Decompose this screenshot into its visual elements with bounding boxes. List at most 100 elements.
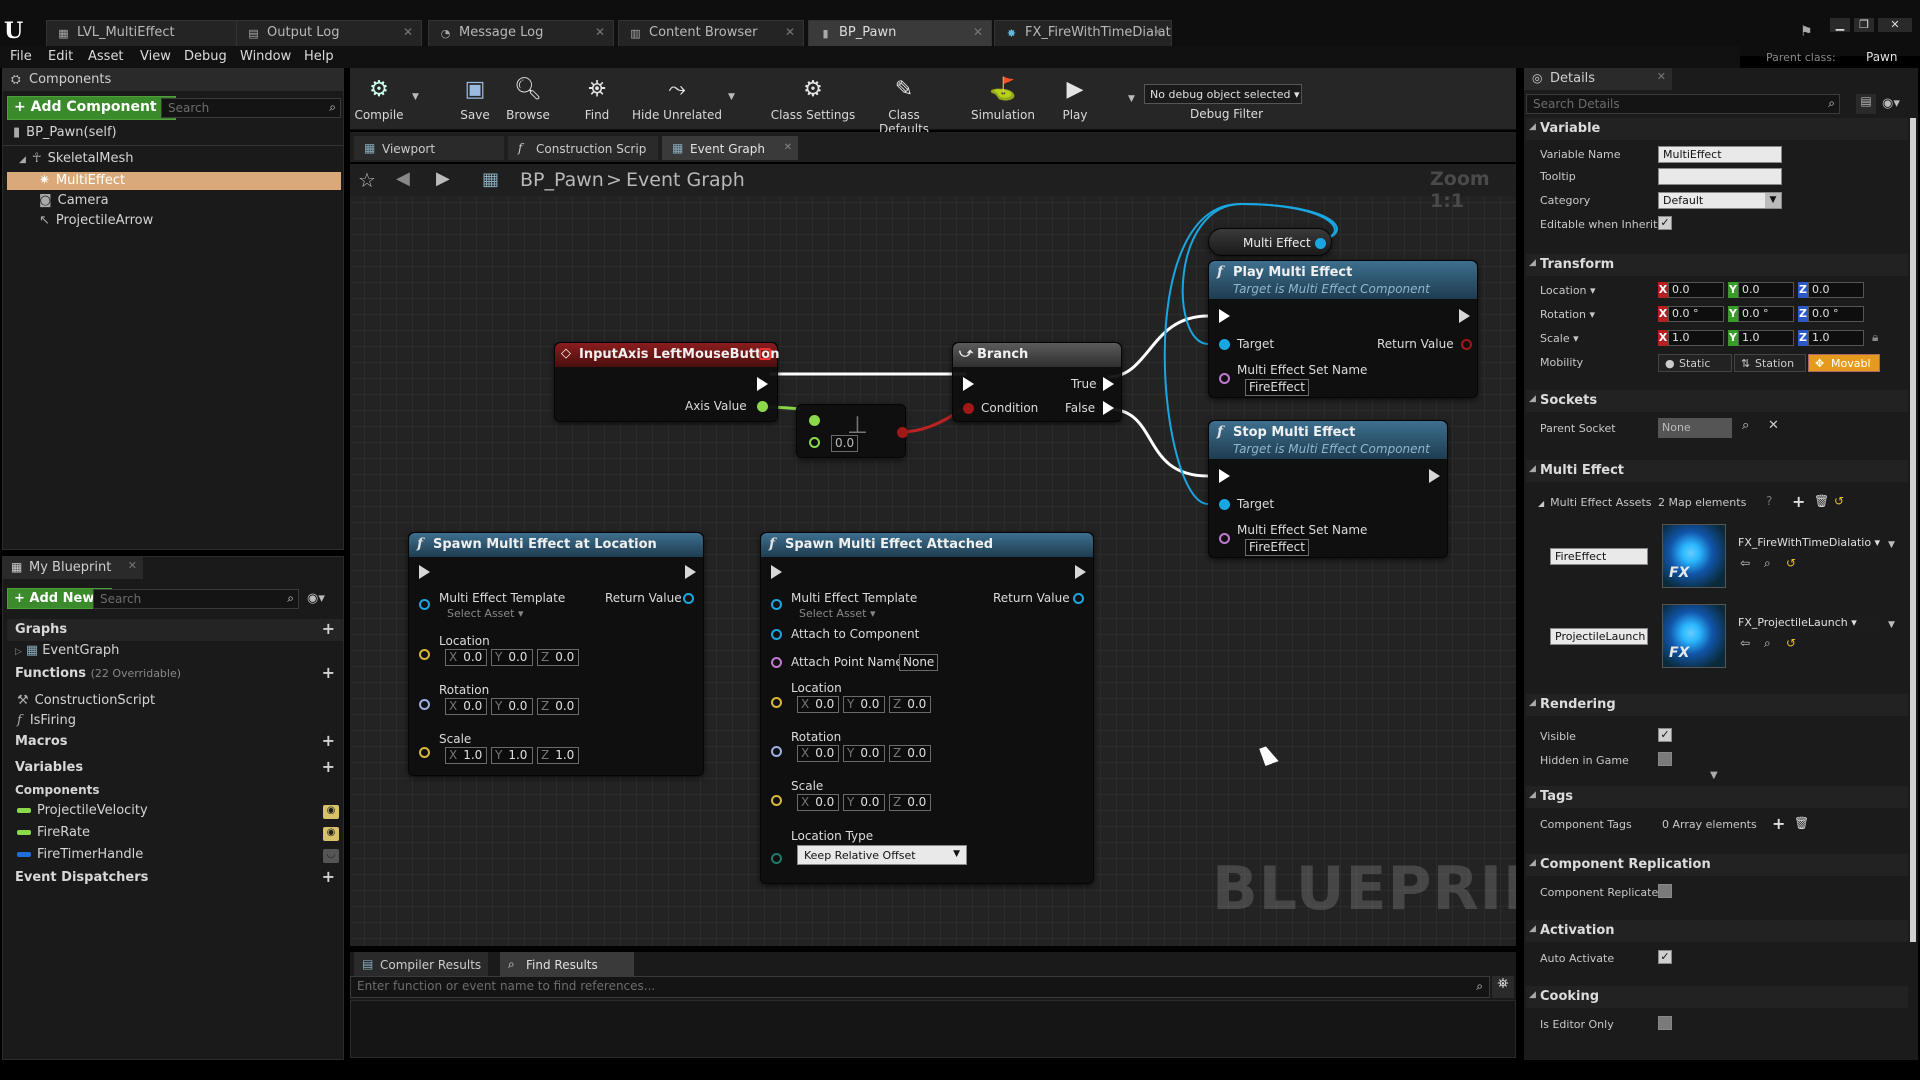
variable-item-projectilevelocity[interactable]: ProjectileVelocity	[17, 803, 148, 818]
hide-unrelated-options-arrow-icon[interactable]: ▼	[728, 92, 735, 102]
close-icon[interactable]: ✕	[595, 25, 605, 39]
select-asset-dropdown[interactable]: Select Asset ▾	[447, 607, 524, 620]
rotation-x-field[interactable]: X 0.0	[445, 698, 487, 715]
return-value-pin[interactable]	[1073, 593, 1084, 604]
rotation-label[interactable]: Rotation ▾	[1540, 308, 1595, 321]
tree-item-skeletalmesh[interactable]: ◢ ☥ SkeletalMesh	[19, 151, 133, 166]
exec-in-pin[interactable]	[963, 377, 974, 391]
variable-name-input[interactable]: MultiEffect	[1658, 146, 1782, 163]
function-item-isfiring[interactable]: f IsFiring	[17, 713, 76, 728]
float-in-pin-b[interactable]	[809, 437, 820, 448]
category-dropdown[interactable]: Default ▼	[1658, 192, 1782, 209]
tree-item-multieffect[interactable]: ✷ MultiEffect	[39, 173, 125, 188]
add-component-button[interactable]: + Add Component ▾	[7, 96, 176, 120]
scale-y-field[interactable]: Y 1.0	[491, 747, 533, 764]
location-y-field[interactable]: Y 0.0	[843, 696, 885, 713]
hidden-in-game-checkbox[interactable]	[1658, 752, 1672, 766]
input-axis-node[interactable]: ◇ InputAxis LeftMouseButton Axis Value	[554, 342, 779, 422]
variables-components-category[interactable]: Components	[15, 783, 100, 797]
component-replicates-checkbox[interactable]	[1658, 884, 1672, 898]
condition-pin[interactable]	[963, 403, 974, 414]
target-pin[interactable]	[1219, 499, 1230, 510]
maximize-button[interactable]: ❐	[1854, 18, 1874, 32]
rotation-y-field[interactable]: Y 0.0	[491, 698, 533, 715]
entry-options-arrow-icon[interactable]: ▼	[1888, 620, 1895, 630]
clear-socket-x-icon[interactable]: ✕	[1768, 418, 1779, 433]
scale-pin[interactable]	[419, 747, 430, 758]
add-variable-icon[interactable]: +	[322, 759, 335, 775]
exec-in-pin[interactable]	[1219, 309, 1230, 323]
eye-closed-icon[interactable]: ◡	[323, 849, 339, 863]
tab-message-log[interactable]: ◔ Message Log ✕	[428, 20, 614, 46]
debug-object-dropdown[interactable]: No debug object selected ▾	[1144, 84, 1302, 104]
exec-out-pin[interactable]	[1459, 309, 1470, 323]
exec-in-pin[interactable]	[1219, 469, 1230, 483]
menu-view[interactable]: View	[140, 49, 171, 64]
mobility-movable-button[interactable]: ✥ Movabl	[1808, 354, 1880, 372]
asset-picker-projectilelaunch[interactable]: FX_ProjectileLaunch ▾	[1736, 614, 1882, 632]
scale-z-field[interactable]: Z 1.0	[537, 747, 579, 764]
close-icon[interactable]: ✕	[1153, 25, 1163, 39]
find-button[interactable]: ⛯ Find	[572, 72, 622, 123]
scale-y-input[interactable]: 1.0	[1738, 330, 1794, 346]
tab-compiler-results[interactable]: ▤ Compiler Results	[354, 952, 488, 976]
add-function-icon[interactable]: +	[322, 665, 335, 681]
scale-x-field[interactable]: X 0.0	[797, 794, 839, 811]
location-z-field[interactable]: Z 0.0	[537, 649, 579, 666]
map-key-projectilelaunch[interactable]: ProjectileLaunch	[1550, 628, 1648, 645]
asset-thumbnail[interactable]: FX	[1662, 604, 1726, 668]
location-z-field[interactable]: Z 0.0	[889, 696, 931, 713]
close-window-button[interactable]: ✕	[1878, 18, 1912, 32]
blueprint-search-input[interactable]: Search ⌕	[93, 589, 299, 609]
tab-construction-script[interactable]: f Construction Scrip	[508, 136, 658, 160]
function-item-constructionscript[interactable]: ⚒ ConstructionScript	[17, 693, 155, 708]
exec-out-pin[interactable]	[1429, 469, 1440, 483]
sockets-section[interactable]: Sockets	[1526, 390, 1908, 412]
attach-point-field[interactable]: None	[899, 654, 939, 671]
multi-effect-assets-label[interactable]: ◢ Multi Effect Assets	[1538, 496, 1652, 509]
location-type-pin[interactable]	[771, 853, 782, 864]
cooking-section[interactable]: Cooking	[1526, 986, 1908, 1008]
menu-help[interactable]: Help	[304, 49, 334, 64]
set-name-pin[interactable]	[1219, 533, 1230, 544]
tab-fx-asset[interactable]: ✸ FX_FireWithTimeDialation✕	[994, 20, 1172, 46]
my-blueprint-header[interactable]: ▦ My Blueprint ✕	[3, 557, 143, 579]
rotation-x-field[interactable]: X 0.0	[797, 745, 839, 762]
template-pin[interactable]	[771, 599, 782, 610]
location-y-field[interactable]: Y 0.0	[491, 649, 533, 666]
add-tag-plus-icon[interactable]: +	[1772, 814, 1785, 833]
attach-to-pin[interactable]	[771, 629, 782, 640]
graph-item-eventgraph[interactable]: ▷ ▦ EventGraph	[15, 643, 119, 658]
asset-thumbnail[interactable]: FX	[1662, 524, 1726, 588]
auto-activate-checkbox[interactable]: ✓	[1658, 950, 1672, 964]
axis-value-pin[interactable]	[757, 401, 768, 412]
scale-label[interactable]: Scale ▾	[1540, 332, 1579, 345]
menu-window[interactable]: Window	[240, 49, 291, 64]
delete-tags-trash-icon[interactable]: 🗑︎	[1794, 816, 1809, 830]
location-z-input[interactable]: 0.0	[1808, 282, 1864, 298]
simulation-button[interactable]: ⛳ Simulation	[968, 72, 1038, 123]
mobility-static-button[interactable]: ● Static	[1658, 354, 1732, 372]
reset-to-default-icon[interactable]: ↺	[1786, 636, 1796, 650]
variables-section[interactable]: Variables +	[7, 757, 343, 779]
tab-content-browser[interactable]: ▥ Content Browser ✕	[618, 20, 804, 46]
location-x-field[interactable]: X 0.0	[797, 696, 839, 713]
event-delegate-icon[interactable]	[759, 348, 771, 360]
property-matrix-icon[interactable]: ▤	[1856, 94, 1876, 114]
tab-find-results[interactable]: ⌕ Find Results	[500, 952, 634, 976]
object-out-pin[interactable]	[1315, 238, 1326, 249]
add-element-plus-icon[interactable]: +	[1792, 492, 1805, 511]
location-pin[interactable]	[419, 649, 430, 660]
menu-file[interactable]: File	[10, 49, 32, 64]
close-icon[interactable]: ✕	[128, 559, 137, 572]
bool-out-pin[interactable]	[897, 427, 908, 438]
variable-item-firerate[interactable]: FireRate	[17, 825, 90, 840]
details-header[interactable]: ◎ Details ✕	[1524, 68, 1672, 90]
play-multi-effect-node[interactable]: f Play Multi Effect Target is Multi Effec…	[1208, 260, 1478, 398]
scale-z-field[interactable]: Z 0.0	[889, 794, 931, 811]
play-button[interactable]: ▶ Play	[1054, 72, 1096, 123]
class-settings-button[interactable]: ⚙ Class Settings	[768, 72, 858, 123]
reset-to-default-icon[interactable]: ↺	[1834, 494, 1844, 508]
rotation-y-input[interactable]: 0.0 °	[1738, 306, 1794, 322]
scale-x-field[interactable]: X 1.0	[445, 747, 487, 764]
